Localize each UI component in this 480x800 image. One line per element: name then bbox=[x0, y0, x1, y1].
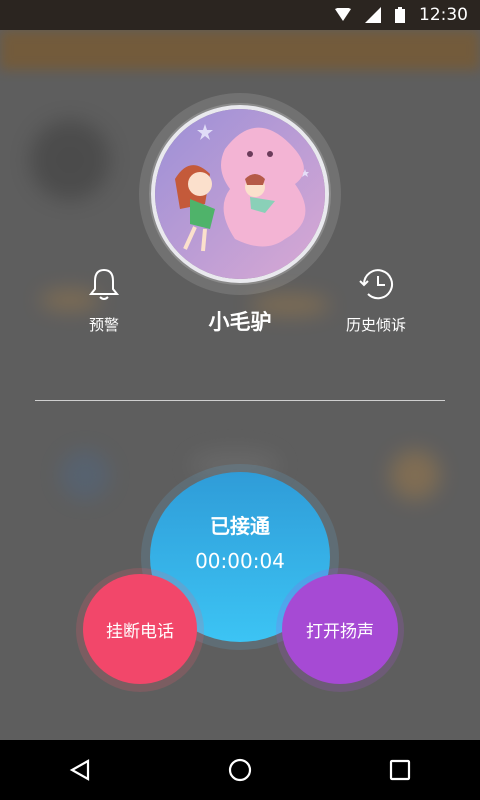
battery-icon bbox=[395, 7, 405, 23]
wifi-icon bbox=[335, 8, 351, 22]
call-status: 已接通 bbox=[210, 514, 270, 538]
hangup-label: 挂断电话 bbox=[106, 621, 174, 642]
warning-action[interactable]: 预警 bbox=[44, 262, 164, 335]
history-label: 历史倾诉 bbox=[345, 316, 406, 334]
status-bar: 12:30 bbox=[0, 0, 480, 30]
bell-icon bbox=[44, 262, 164, 306]
signal-icon bbox=[365, 7, 381, 23]
call-duration: 00:00:04 bbox=[195, 549, 285, 573]
speaker-button[interactable]: 打开扬声 bbox=[282, 574, 398, 684]
status-time: 12:30 bbox=[419, 5, 468, 25]
contact-name: 小毛驴 bbox=[208, 310, 272, 334]
contact-avatar bbox=[155, 109, 325, 279]
speaker-label: 打开扬声 bbox=[306, 621, 374, 642]
back-icon[interactable] bbox=[50, 740, 110, 800]
home-icon[interactable] bbox=[210, 740, 270, 800]
navigation-bar bbox=[0, 740, 480, 800]
divider bbox=[35, 400, 445, 401]
history-action[interactable]: 历史倾诉 bbox=[316, 262, 436, 335]
recents-icon[interactable] bbox=[370, 740, 430, 800]
hangup-button[interactable]: 挂断电话 bbox=[83, 574, 197, 684]
history-clock-icon bbox=[316, 262, 436, 306]
warning-label: 预警 bbox=[88, 316, 119, 334]
